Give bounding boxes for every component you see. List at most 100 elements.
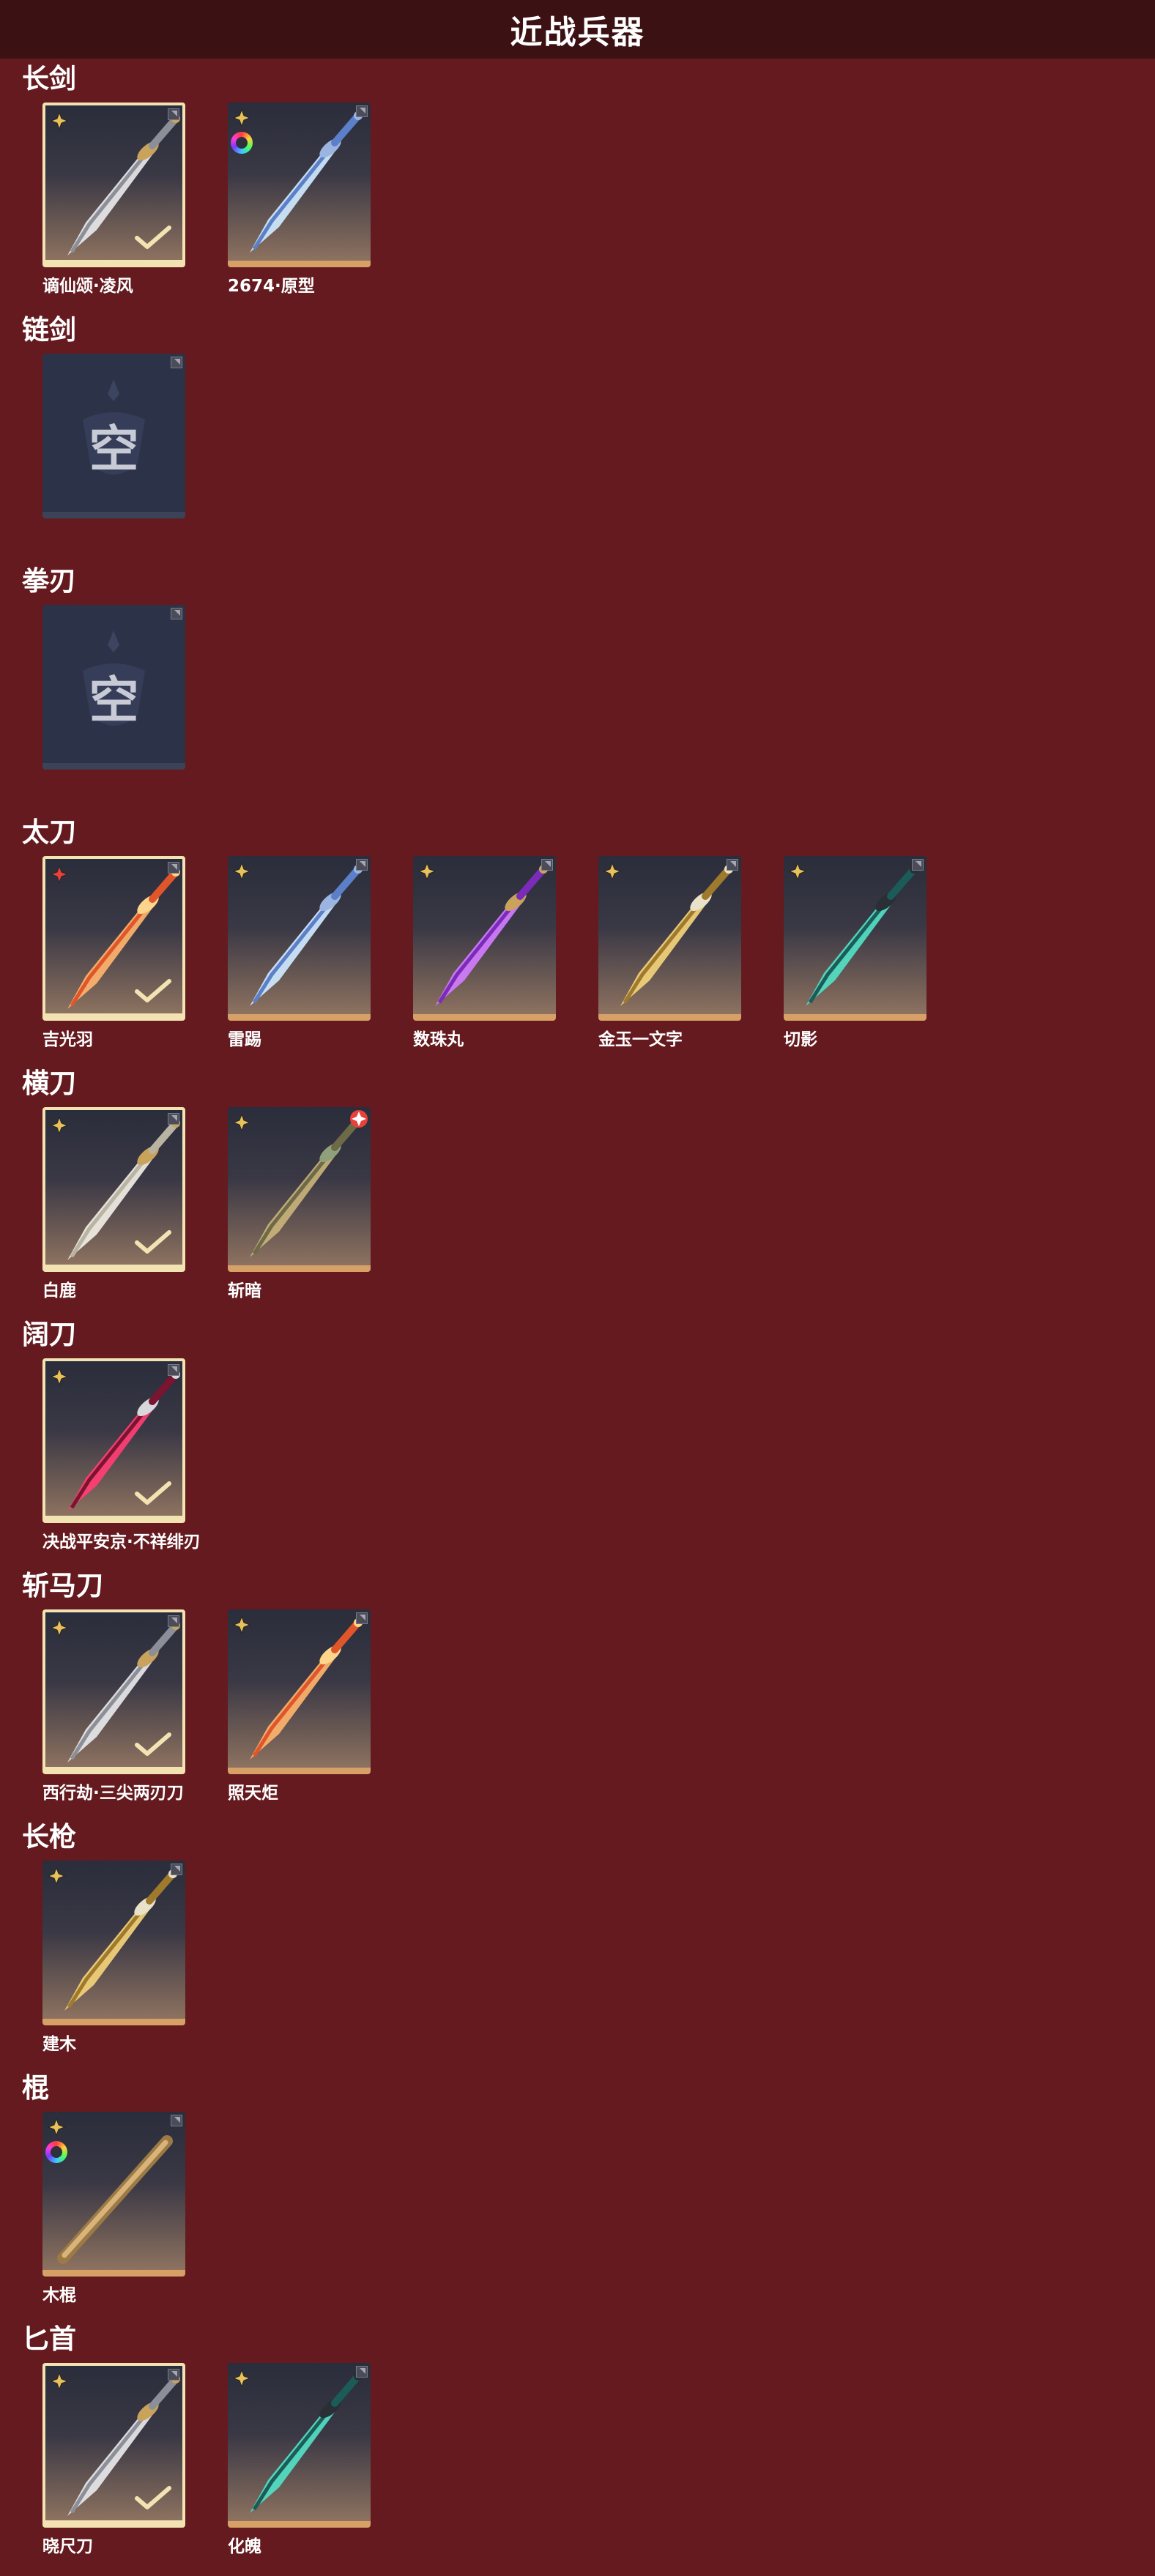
empty-slot[interactable]: 空 [42,605,185,770]
check-icon [135,1732,171,1756]
corner-fold-icon [168,1615,179,1627]
weapon-card[interactable]: 雷踢 [228,856,371,1050]
weapon-card[interactable]: 化魄 [228,2363,371,2557]
category-title: 棍 [22,2072,49,2104]
corner-fold-icon [168,1113,179,1125]
weapon-name: 吉光羽 [42,1030,93,1049]
category-title: 链剑 [22,314,76,346]
weapon-card[interactable]: 照天炬 [228,1609,371,1803]
weapon-name: 决战平安京·不祥绯刃 [42,1533,201,1552]
category-title: 阔刀 [22,1319,76,1350]
corner-fold-icon [541,859,553,871]
category-section: 横刀白鹿 斩暗 [0,1066,1155,1317]
weapon-name: 木棍 [42,2286,76,2305]
gold-star-icon [47,2118,66,2137]
weapon-tile [42,103,185,267]
weapon-card[interactable]: 切影 [784,856,926,1050]
weapon-tile [228,1107,371,1272]
weapon-card[interactable]: 决战平安京·不祥绯刃 [42,1358,201,1552]
weapon-card[interactable]: 西行劫·三尖两刃刀 [42,1609,185,1803]
weapon-card[interactable]: 斩暗 [228,1107,371,1301]
empty-slot-label: 空 [89,421,139,479]
weapon-name: 西行劫·三尖两刃刀 [42,1784,184,1803]
weapon-tile [413,856,556,1021]
corner-fold-icon [168,108,179,120]
check-icon [135,1481,171,1505]
category-section: 阔刀决战平安京·不祥绯刃 [0,1317,1155,1568]
corner-fold-icon [168,862,179,874]
weapon-tile [598,856,741,1021]
weapon-card[interactable]: 建木 [42,1861,185,2055]
category-section: 长枪 建木 [0,1820,1155,2071]
empty-slot[interactable]: 空 [42,354,185,518]
weapon-tile [228,2363,371,2528]
category-section: 链剑空 [0,313,1155,564]
corner-fold-icon [171,1864,182,1875]
empty-slot-label: 空 [89,672,139,730]
category-section: 长剑谪仙颂·凌风 2674·原型 [0,62,1155,313]
check-icon [135,979,171,1002]
check-icon [135,1230,171,1254]
gold-star-icon [603,862,622,881]
weapon-name: 数珠丸 [413,1030,464,1049]
weapon-tile [784,856,926,1021]
corner-fold-icon [356,2366,368,2378]
gold-star-icon [232,108,251,127]
check-icon [135,226,171,249]
category-title: 太刀 [22,816,76,848]
check-icon [135,2486,171,2509]
gold-star-icon [50,2372,69,2391]
gold-star-icon [50,111,69,130]
corner-fold-icon [727,859,738,871]
corner-fold-icon [171,2115,182,2126]
weapon-name: 切影 [784,1030,817,1049]
gold-star-icon [47,1866,66,1886]
corner-fold-icon [168,1364,179,1376]
corner-fold-icon [171,357,182,368]
category-title: 拳刃 [22,565,76,597]
gold-star-icon [232,1113,251,1132]
gold-star-icon [50,1116,69,1135]
weapon-card[interactable]: 晓尺刀 [42,2363,185,2557]
weapon-name: 斩暗 [228,1281,261,1300]
category-title: 长剑 [22,63,76,94]
category-section: 匕首晓尺刀 化魄 [0,2322,1155,2573]
weapon-card[interactable]: 数珠丸 [413,856,556,1050]
weapon-name: 白鹿 [42,1281,76,1300]
corner-fold-icon [168,2369,179,2380]
category-title: 匕首 [22,2323,76,2355]
weapon-card[interactable]: 吉光羽 [42,856,185,1050]
category-title: 横刀 [22,1068,76,1099]
empty-slot-tile: 空 [42,354,185,518]
gold-star-icon [788,862,807,881]
weapon-tile [228,856,371,1021]
red-emblem-icon [350,1110,368,1128]
weapon-name: 晓尺刀 [42,2537,93,2556]
weapon-name: 建木 [42,2035,76,2054]
weapon-tile [42,1861,185,2025]
weapon-card[interactable]: 金玉一文字 [598,856,741,1050]
weapon-name: 雷踢 [228,1030,261,1049]
weapon-tile [42,1107,185,1272]
category-title: 斩马刀 [22,1570,103,1601]
red-star-icon [50,865,69,884]
weapon-card[interactable]: 2674·原型 [228,103,371,297]
page-header: 近战兵器 [0,0,1155,59]
weapon-name: 照天炬 [228,1784,278,1803]
weapon-tile [228,1609,371,1774]
weapon-tile [42,1609,185,1774]
weapon-name: 金玉一文字 [598,1030,683,1049]
gold-star-icon [232,2369,251,2388]
weapon-tile [228,103,371,267]
gold-star-icon [232,862,251,881]
gold-star-icon [50,1618,69,1637]
weapon-name: 2674·原型 [228,277,315,296]
weapon-tile [42,1358,185,1523]
weapon-card[interactable]: 谪仙颂·凌风 [42,103,185,297]
category-section: 拳刃空 [0,564,1155,815]
gold-star-icon [417,862,437,881]
weapon-card[interactable]: 白鹿 [42,1107,185,1301]
weapon-tile [42,856,185,1021]
weapon-card[interactable]: 木棍 [42,2112,185,2306]
weapon-tile [42,2363,185,2528]
